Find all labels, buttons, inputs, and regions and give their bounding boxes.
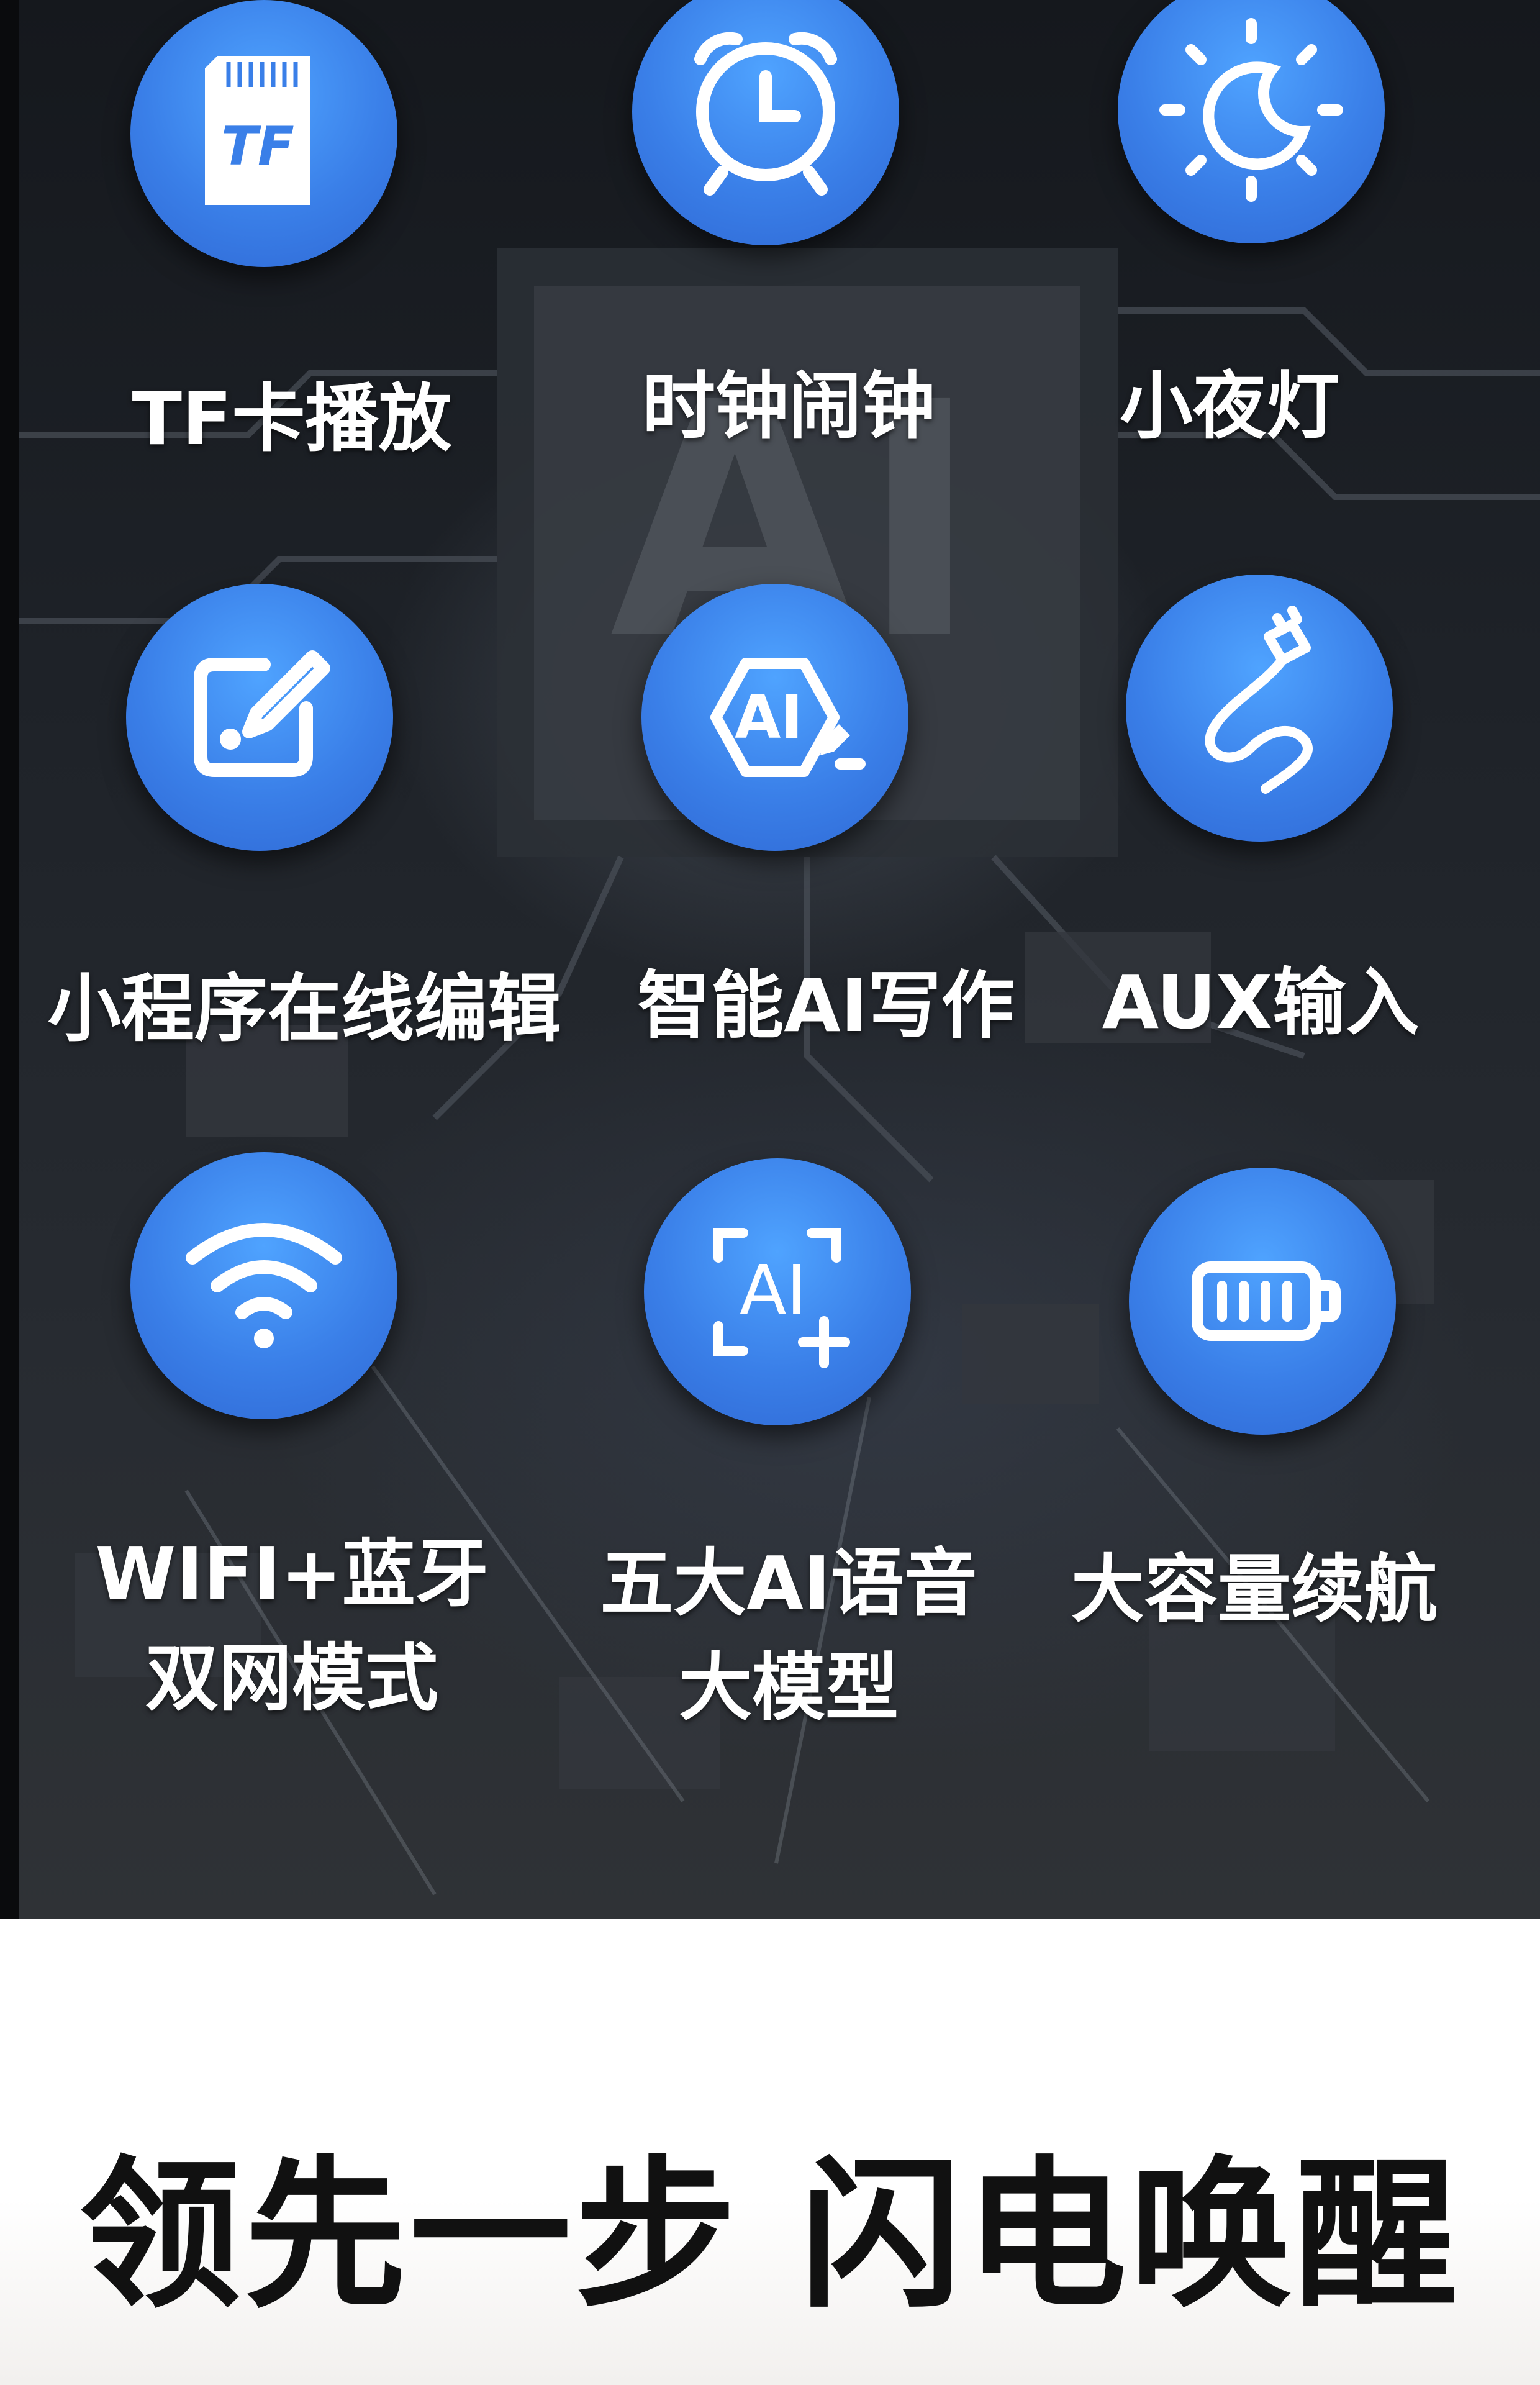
feature-label-edit: 小程序在线编辑	[47, 966, 561, 1052]
ai-writing-icon: AI	[641, 584, 908, 851]
headline: 领先一步 闪电唤醒	[79, 2142, 1461, 2330]
ai-icon-text: AI	[735, 683, 803, 752]
battery-icon	[1129, 1168, 1396, 1435]
ai-scan-icon-text: AI	[740, 1250, 807, 1330]
tf-card-icon: TF	[130, 0, 397, 267]
feature-label-ai-voice: 五大AI语音 大模型	[600, 1540, 977, 1730]
night-light-icon	[1118, 0, 1385, 243]
ai-scan-icon: AI	[644, 1158, 911, 1425]
feature-label-battery: 大容量续航	[1071, 1547, 1438, 1632]
edit-icon	[126, 584, 393, 851]
feature-label-night-light: 小夜灯	[1119, 363, 1339, 449]
feature-label-aux: AUX输入	[1102, 960, 1420, 1045]
feature-label-tf-card: TF卡播放	[132, 376, 452, 461]
feature-label-alarm: 时钟闹钟	[641, 363, 935, 449]
feature-label-ai-writing: 智能AI写作	[637, 963, 1015, 1048]
feature-label-wifi: WIFI+蓝牙 双网模式	[95, 1531, 489, 1721]
aux-cable-icon	[1126, 575, 1393, 842]
panel-left-edge	[0, 0, 19, 1919]
feature-panel: AI TF TF卡播放 时钟闹钟 小夜灯 AI 小程序在线编辑 智能AI写作 A…	[0, 0, 1540, 1919]
wifi-icon	[130, 1152, 397, 1419]
alarm-clock-icon	[632, 0, 899, 245]
tf-icon-text: TF	[221, 116, 294, 178]
